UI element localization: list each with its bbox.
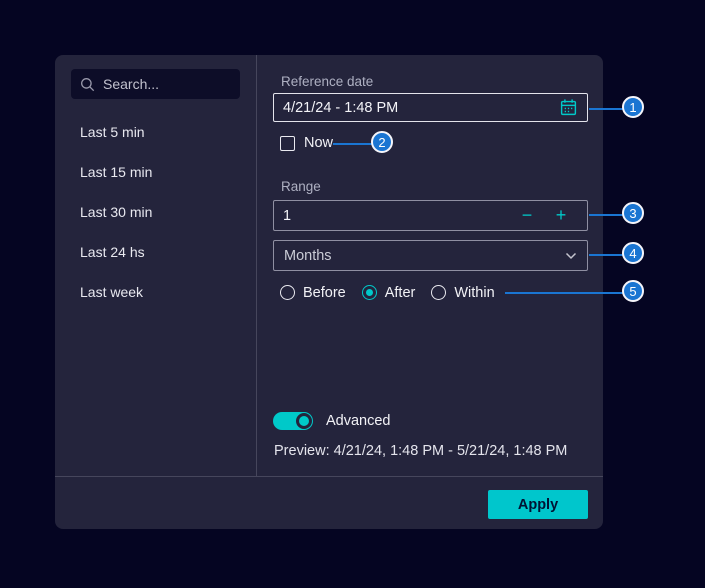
annotation-badge-1: 1: [622, 96, 644, 118]
dialog-footer: Apply: [55, 476, 603, 529]
annotation-line-3: [589, 214, 624, 216]
now-checkbox-row[interactable]: Now: [280, 135, 333, 151]
search-box[interactable]: [71, 69, 240, 99]
radio-after-circle[interactable]: [361, 285, 377, 300]
now-checkbox[interactable]: [280, 135, 295, 151]
reference-date-field[interactable]: [273, 93, 588, 122]
preset-list: Last 5 min Last 15 min Last 30 min Last …: [55, 112, 256, 312]
radio-within-circle[interactable]: [431, 285, 447, 300]
radio-within-label: Within: [454, 284, 495, 301]
search-icon: [80, 77, 95, 92]
now-checkbox-label: Now: [304, 135, 334, 151]
annotation-badge-4: 4: [622, 242, 644, 264]
annotation-badge-3: 3: [622, 202, 644, 224]
range-input[interactable]: [283, 207, 510, 224]
annotation-line-4: [589, 254, 624, 256]
annotation-line-2: [333, 143, 373, 145]
presets-sidebar: Last 5 min Last 15 min Last 30 min Last …: [55, 55, 256, 476]
radio-before[interactable]: Before: [280, 285, 346, 301]
preset-item-last-5-min[interactable]: Last 5 min: [55, 112, 256, 152]
advanced-toggle-knob: [296, 413, 312, 429]
chevron-down-icon: [565, 252, 577, 260]
date-range-picker-screen: Last 5 min Last 15 min Last 30 min Last …: [0, 0, 705, 588]
annotation-badge-2: 2: [371, 131, 393, 153]
annotation-line-5: [505, 292, 624, 294]
unit-select[interactable]: Months: [273, 240, 588, 271]
preview-text: Preview: 4/21/24, 1:48 PM - 5/21/24, 1:4…: [274, 443, 568, 459]
reference-date-input[interactable]: [283, 99, 559, 116]
apply-button[interactable]: Apply: [488, 490, 588, 519]
calendar-icon[interactable]: [559, 98, 578, 117]
radio-before-label: Before: [303, 284, 346, 301]
minus-icon[interactable]: −: [510, 201, 544, 230]
annotation-badge-5: 5: [622, 280, 644, 302]
radio-after-label: After: [384, 284, 416, 301]
plus-icon[interactable]: +: [544, 201, 578, 230]
preset-item-last-week[interactable]: Last week: [55, 272, 256, 312]
radio-after[interactable]: After: [361, 284, 416, 301]
advanced-toggle-row: Advanced: [273, 412, 391, 430]
annotation-line-1: [589, 108, 624, 110]
preset-item-last-30-min[interactable]: Last 30 min: [55, 192, 256, 232]
search-input[interactable]: [103, 76, 231, 92]
custom-range-form: Reference date Now: [257, 55, 603, 476]
unit-select-value: Months: [284, 247, 332, 264]
radio-before-circle[interactable]: [280, 285, 295, 300]
range-field[interactable]: − +: [273, 200, 588, 231]
range-label: Range: [281, 179, 321, 194]
radio-within[interactable]: Within: [431, 284, 495, 301]
reference-date-label: Reference date: [281, 74, 374, 89]
advanced-toggle-label: Advanced: [326, 413, 391, 429]
preset-item-last-15-min[interactable]: Last 15 min: [55, 152, 256, 192]
advanced-toggle[interactable]: [273, 412, 313, 430]
direction-radio-group: Before After Within: [280, 284, 495, 301]
preset-item-last-24-hs[interactable]: Last 24 hs: [55, 232, 256, 272]
